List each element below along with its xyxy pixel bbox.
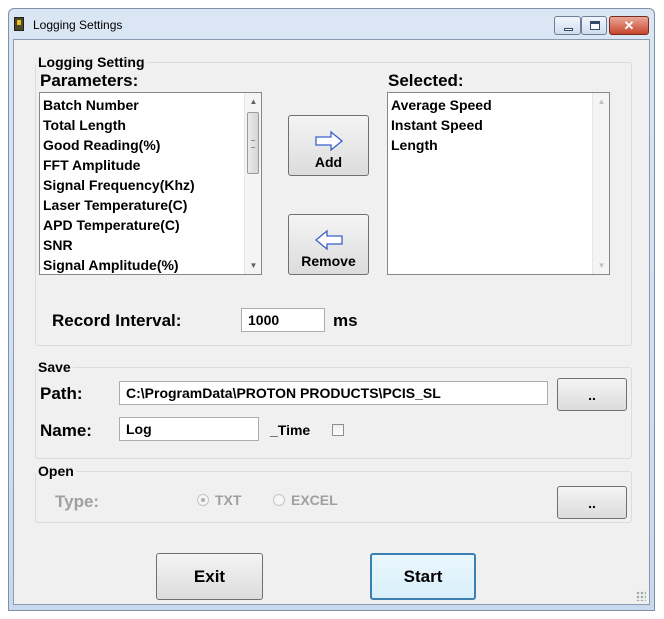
path-input[interactable]: C:\ProgramData\PROTON PRODUCTS\PCIS_SL (119, 381, 548, 405)
open-browse-button[interactable]: .. (557, 486, 627, 519)
list-item[interactable]: Signal Amplitude(%) (43, 255, 258, 274)
minimize-icon (564, 28, 573, 31)
parameters-scrollbar[interactable]: ▲ ▼ (244, 93, 261, 274)
close-button[interactable]: ✕ (609, 16, 649, 35)
scroll-down-icon[interactable]: ▼ (245, 257, 261, 274)
parameters-list: Batch Number Total Length Good Reading(%) F… (40, 93, 261, 274)
list-item[interactable]: Batch Number (43, 95, 258, 115)
list-item[interactable]: Laser Temperature(C) (43, 195, 258, 215)
exit-button[interactable]: Exit (156, 553, 263, 600)
record-interval-label: Record Interval: (52, 311, 182, 330)
list-item[interactable]: FFT Amplitude (43, 155, 258, 175)
logging-settings-window: Logging Settings ✕ Logging Setting Param… (8, 8, 655, 611)
list-item[interactable]: Good Reading(%) (43, 135, 258, 155)
logging-setting-title: Logging Setting (38, 54, 145, 70)
close-icon: ✕ (623, 18, 635, 33)
record-interval-input[interactable]: 1000 (241, 308, 325, 332)
list-item[interactable]: Average Speed (391, 95, 606, 115)
remove-label: Remove (301, 252, 356, 269)
type-label: Type: (55, 492, 100, 511)
start-button[interactable]: Start (370, 553, 476, 600)
add-label: Add (314, 153, 343, 170)
minimize-button[interactable] (554, 16, 581, 35)
scroll-up-icon[interactable]: ▲ (593, 93, 609, 110)
scroll-down-icon[interactable]: ▼ (593, 257, 609, 274)
left-arrow-icon (314, 229, 343, 250)
time-label: _Time (270, 422, 311, 438)
add-button[interactable]: Add (288, 115, 369, 176)
maximize-icon (590, 21, 600, 30)
scroll-thumb[interactable] (247, 112, 259, 174)
title-bar[interactable]: Logging Settings ✕ (9, 9, 654, 39)
name-label: Name: (40, 421, 92, 440)
remove-button[interactable]: Remove (288, 214, 369, 275)
list-item[interactable]: Instant Speed (391, 115, 606, 135)
time-checkbox[interactable] (332, 424, 344, 436)
resize-grip[interactable] (636, 591, 646, 601)
list-item[interactable]: SNR (43, 235, 258, 255)
selected-scrollbar[interactable]: ▲ ▼ (592, 93, 609, 274)
txt-radio[interactable] (197, 494, 209, 506)
right-arrow-icon (314, 130, 343, 151)
path-browse-button[interactable]: .. (557, 378, 627, 411)
dialog-body: Logging Setting Parameters: Batch Number… (13, 39, 650, 605)
window-title: Logging Settings (33, 18, 123, 32)
scroll-up-icon[interactable]: ▲ (245, 93, 261, 110)
selected-label: Selected: (388, 71, 464, 90)
excel-option-label: EXCEL (291, 492, 338, 508)
selected-listbox[interactable]: Average Speed Instant Speed Length ▲ ▼ (387, 92, 610, 275)
txt-option-label: TXT (215, 492, 242, 508)
save-group: Save (35, 359, 632, 459)
list-item[interactable]: APD Temperature(C) (43, 215, 258, 235)
parameters-listbox[interactable]: Batch Number Total Length Good Reading(%) F… (39, 92, 262, 275)
maximize-button[interactable] (581, 16, 607, 35)
parameters-label: Parameters: (40, 71, 139, 90)
open-title: Open (38, 463, 74, 479)
record-interval-unit: ms (333, 311, 358, 330)
app-icon (14, 17, 24, 31)
save-title: Save (38, 359, 71, 375)
selected-list: Average Speed Instant Speed Length (388, 93, 609, 157)
list-item[interactable]: Length (391, 135, 606, 155)
list-item[interactable]: Total Length (43, 115, 258, 135)
list-item[interactable]: Signal Frequency(Khz) (43, 175, 258, 195)
excel-radio[interactable] (273, 494, 285, 506)
name-input[interactable]: Log (119, 417, 259, 441)
path-label: Path: (40, 384, 83, 403)
